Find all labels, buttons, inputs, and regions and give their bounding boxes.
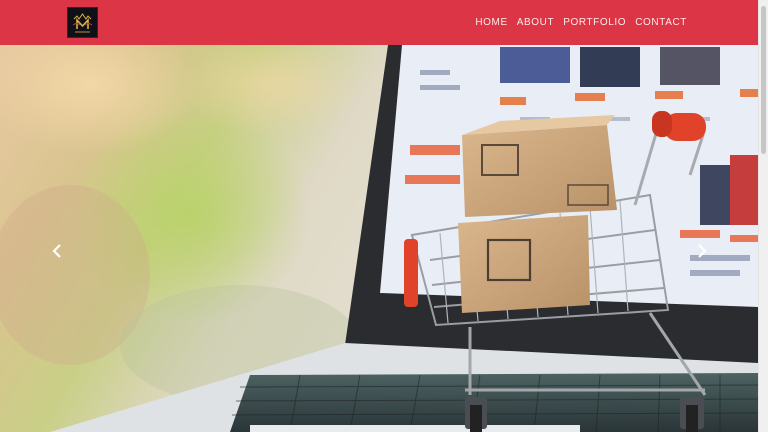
- nav-contact-link[interactable]: CONTACT: [635, 17, 687, 28]
- nav-home-link[interactable]: HOME: [475, 17, 507, 28]
- carousel-prev-button[interactable]: [47, 241, 67, 261]
- scrollbar-thumb[interactable]: [761, 6, 766, 154]
- chevron-right-icon: [698, 244, 707, 258]
- site-logo[interactable]: [67, 7, 98, 38]
- hero-carousel: [0, 45, 758, 432]
- page-scrollbar[interactable]: [758, 0, 768, 432]
- nav-portfolio-link[interactable]: PORTFOLIO: [563, 17, 626, 28]
- main-menu: HOME ABOUT PORTFOLIO CONTACT: [475, 0, 687, 45]
- carousel-next-button[interactable]: [692, 241, 712, 261]
- nav-about-link[interactable]: ABOUT: [517, 17, 554, 28]
- chevron-left-icon: [52, 244, 61, 258]
- crown-monogram-logo-icon: [68, 8, 97, 37]
- navbar: HOME ABOUT PORTFOLIO CONTACT: [0, 0, 758, 45]
- hero-image: [0, 45, 758, 432]
